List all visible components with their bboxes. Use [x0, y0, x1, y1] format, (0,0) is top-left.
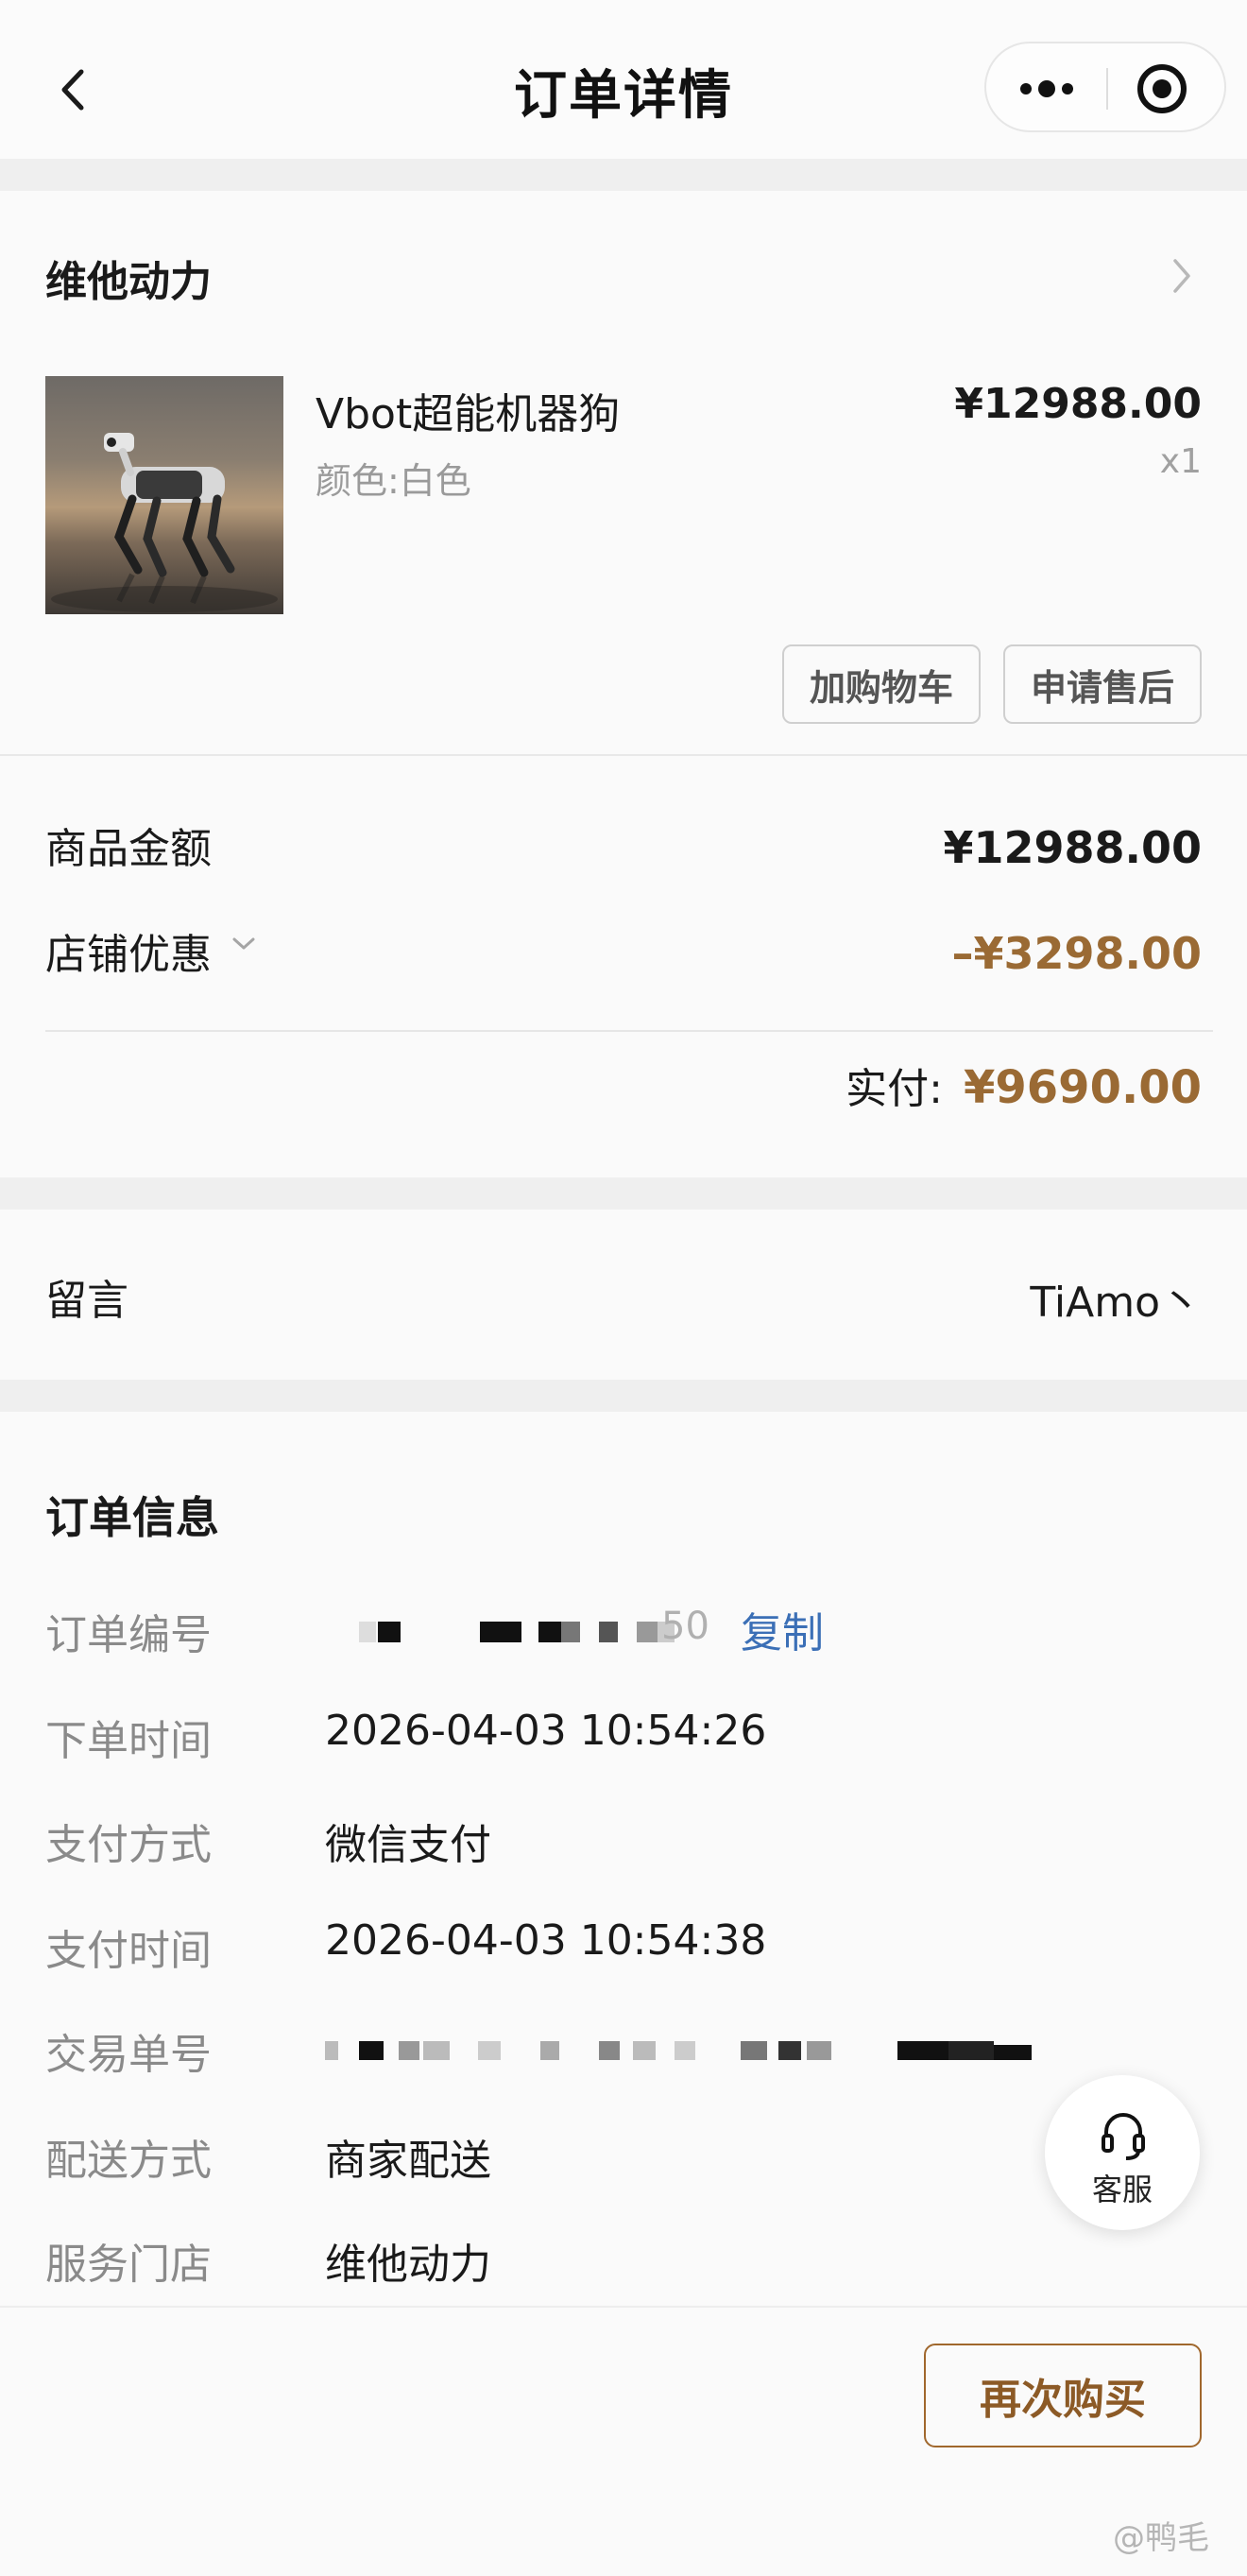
goods-amount-value: ¥12988.00	[943, 822, 1202, 873]
add-to-cart-button[interactable]: 加购物车	[782, 644, 981, 724]
delivery-method-value: 商家配送	[325, 2137, 491, 2185]
customer-service-label: 客服	[1091, 2172, 1153, 2207]
service-store-value: 维他动力	[325, 2241, 491, 2289]
product-image[interactable]	[45, 376, 283, 614]
order-number-redacted	[325, 1618, 703, 1652]
amount-card: 商品金额 ¥12988.00 店铺优惠 –¥3298.00 实付: ¥9690.…	[0, 754, 1247, 1177]
trade-number-label: 交易单号	[45, 2031, 212, 2079]
section-gap	[0, 1177, 1247, 1210]
copy-order-number-link[interactable]: 复制	[741, 1599, 824, 1659]
section-gap	[0, 1380, 1247, 1412]
order-detail-page: 订单详情 维他动力 Vbot超能机器狗 颜色:白色 ¥12988.00 x1 加…	[0, 0, 1247, 2576]
order-info-title: 订单信息	[45, 1492, 219, 1543]
delivery-method-label: 配送方式	[45, 2137, 212, 2185]
nav-bar: 订单详情	[0, 0, 1247, 159]
paid-row: 实付: ¥9690.00	[846, 1055, 1202, 1115]
shop-discount-text: 店铺优惠	[45, 931, 212, 979]
close-target-icon[interactable]	[1128, 62, 1196, 115]
service-store-label: 服务门店	[45, 2241, 212, 2289]
watermark: @鸭毛	[1113, 2519, 1209, 2557]
message-value: TiAmo丶	[1030, 1279, 1202, 1327]
message-card: 留言 TiAmo丶	[0, 1210, 1247, 1380]
chevron-down-icon	[229, 920, 259, 969]
paid-value: ¥9690.00	[963, 1061, 1202, 1114]
chevron-right-icon[interactable]	[1168, 255, 1196, 297]
order-time-value: 2026-04-03 10:54:26	[325, 1707, 767, 1755]
product-name[interactable]: Vbot超能机器狗	[316, 380, 620, 440]
shop-discount-value: –¥3298.00	[951, 928, 1202, 979]
paid-label: 实付:	[846, 1065, 943, 1113]
product-price: ¥12988.00	[954, 380, 1202, 428]
pay-time-value: 2026-04-03 10:54:38	[325, 1916, 767, 1965]
section-gap	[0, 159, 1247, 191]
bottom-action-bar: 再次购买 @鸭毛	[0, 2306, 1247, 2576]
buy-again-button[interactable]: 再次购买	[924, 2344, 1202, 2447]
headset-icon	[1100, 2109, 1147, 2162]
pay-method-label: 支付方式	[45, 1821, 212, 1869]
shop-name[interactable]: 维他动力	[45, 248, 212, 308]
order-number-tail: 50	[661, 1605, 709, 1648]
message-label: 留言	[45, 1277, 128, 1325]
trade-number-redacted	[325, 2035, 1062, 2066]
after-sale-button[interactable]: 申请售后	[1003, 644, 1202, 724]
shop-card: 维他动力 Vbot超能机器狗 颜色:白色 ¥12988.00 x1 加购物车 申…	[0, 191, 1247, 754]
order-number-label: 订单编号	[45, 1611, 212, 1659]
pay-method-value: 微信支付	[325, 1821, 491, 1869]
customer-service-button[interactable]: 客服	[1045, 2075, 1200, 2230]
mini-program-capsule	[984, 42, 1226, 132]
product-quantity: x1	[1159, 442, 1202, 481]
order-time-label: 下单时间	[45, 1717, 212, 1765]
shop-discount-label[interactable]: 店铺优惠	[45, 920, 259, 981]
product-spec: 颜色:白色	[316, 460, 471, 502]
capsule-divider	[1106, 68, 1108, 110]
pay-time-label: 支付时间	[45, 1927, 212, 1975]
amount-divider	[45, 1030, 1213, 1032]
goods-amount-label: 商品金额	[45, 825, 212, 873]
more-icon[interactable]	[1013, 66, 1081, 112]
